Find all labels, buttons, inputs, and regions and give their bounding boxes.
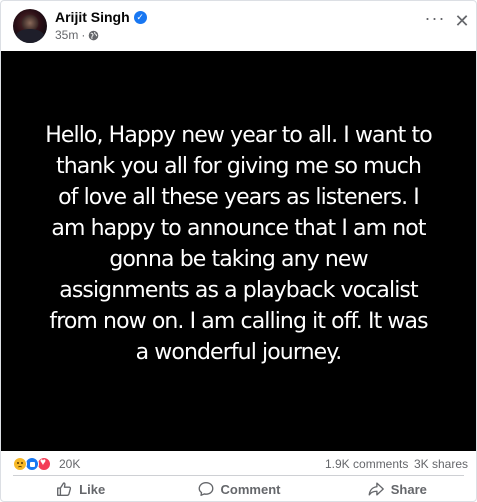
post-header: Arijit Singh ✓ 35m · ··· ✕ [1, 1, 476, 51]
author-row: Arijit Singh ✓ [55, 9, 147, 25]
like-reaction-icon [25, 457, 39, 471]
thumbs-up-icon [57, 482, 72, 496]
love-reaction-icon [37, 457, 51, 471]
post-image-text: Hello, Happy new year to all. I want to … [45, 123, 432, 365]
share-label: Share [390, 481, 427, 497]
globe-icon [89, 30, 99, 40]
post-meta: 35m · [55, 28, 99, 42]
post-image[interactable]: Hello, Happy new year to all. I want to … [1, 51, 476, 451]
post-time[interactable]: 35m [55, 28, 78, 42]
avatar[interactable] [13, 9, 47, 43]
like-label: Like [79, 481, 106, 497]
reactions-summary: 20K 1.9K comments 3K shares [1, 451, 476, 476]
sad-reaction-icon [13, 457, 27, 471]
reaction-icons[interactable] [13, 457, 55, 472]
action-bar: Like Comment Share [1, 477, 476, 501]
close-button[interactable]: ✕ [452, 11, 472, 31]
comments-count[interactable]: 1.9K comments [325, 457, 408, 471]
reaction-count[interactable]: 20K [59, 457, 80, 471]
author-name[interactable]: Arijit Singh [55, 9, 130, 25]
shares-count[interactable]: 3K shares [414, 457, 468, 471]
more-options-button[interactable]: ··· [422, 9, 448, 31]
comment-button[interactable]: Comment [159, 477, 317, 501]
comment-icon [198, 482, 213, 496]
meta-separator: · [81, 28, 86, 42]
share-arrow-icon [368, 482, 384, 496]
like-button[interactable]: Like [1, 477, 159, 501]
comment-label: Comment [220, 481, 281, 497]
share-button[interactable]: Share [318, 477, 476, 501]
post-card: Arijit Singh ✓ 35m · ··· ✕ Hello, Happy … [0, 0, 477, 502]
verified-badge-icon: ✓ [133, 10, 147, 24]
actions-divider [13, 475, 464, 476]
